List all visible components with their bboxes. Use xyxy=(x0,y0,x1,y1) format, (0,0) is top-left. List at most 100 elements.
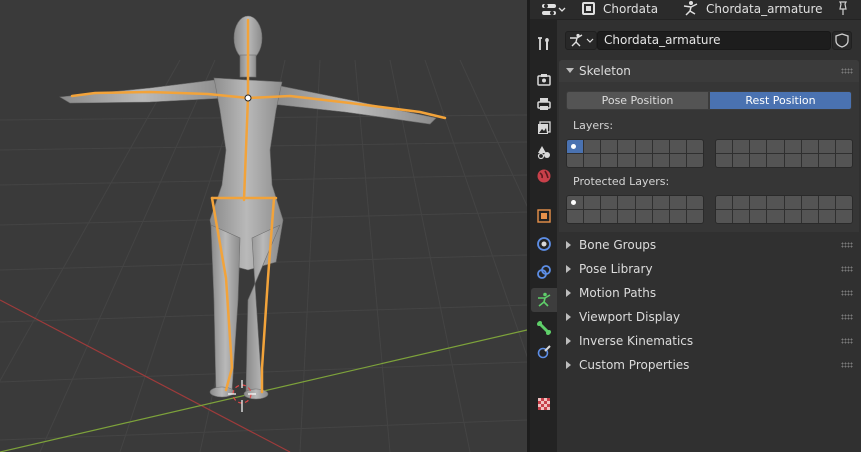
protected-layer-toggle[interactable] xyxy=(635,196,652,209)
panel-custom-properties[interactable]: Custom Properties xyxy=(559,354,859,376)
skeleton-panel-header[interactable]: Skeleton xyxy=(559,60,859,82)
layer-toggle[interactable] xyxy=(835,140,852,153)
protected-layer-toggle[interactable] xyxy=(750,210,767,223)
protected-layer-toggle[interactable] xyxy=(567,210,584,223)
layer-toggle[interactable] xyxy=(567,140,584,153)
tab-physics[interactable] xyxy=(531,232,557,256)
drag-grip-icon[interactable] xyxy=(841,314,853,320)
layer-toggle[interactable] xyxy=(635,154,652,167)
drag-grip-icon[interactable] xyxy=(841,242,853,248)
drag-grip-icon[interactable] xyxy=(841,362,853,368)
layer-toggle[interactable] xyxy=(784,154,801,167)
tab-object[interactable] xyxy=(531,204,557,228)
layer-toggle[interactable] xyxy=(635,140,652,153)
layer-toggle[interactable] xyxy=(686,154,703,167)
drag-grip-icon[interactable] xyxy=(841,290,853,296)
pose-position-button[interactable]: Pose Position xyxy=(566,91,709,110)
layer-toggle[interactable] xyxy=(601,154,618,167)
tab-view-layer[interactable] xyxy=(531,116,557,140)
tab-bone[interactable] xyxy=(531,316,557,340)
protected-layer-toggle[interactable] xyxy=(767,196,784,209)
tab-texture[interactable] xyxy=(531,392,557,416)
protected-layer-toggle[interactable] xyxy=(618,196,635,209)
layer-toggle[interactable] xyxy=(733,154,750,167)
rest-position-button[interactable]: Rest Position xyxy=(709,91,852,110)
protected-layer-toggle[interactable] xyxy=(801,210,818,223)
protected-layer-toggle[interactable] xyxy=(584,210,601,223)
protected-layer-toggle[interactable] xyxy=(686,210,703,223)
protected-layer-toggle[interactable] xyxy=(733,210,750,223)
3d-viewport[interactable] xyxy=(0,0,527,452)
layer-toggle[interactable] xyxy=(618,154,635,167)
protected-layer-toggle[interactable] xyxy=(784,196,801,209)
protected-layer-toggle[interactable] xyxy=(567,196,584,209)
layer-toggle[interactable] xyxy=(716,140,733,153)
drag-grip-icon[interactable] xyxy=(841,338,853,344)
tab-constraints[interactable] xyxy=(531,260,557,284)
tab-bone-constraints[interactable] xyxy=(531,340,557,364)
protected-layer-toggle[interactable] xyxy=(818,210,835,223)
protected-layer-toggle[interactable] xyxy=(767,210,784,223)
layer-toggle[interactable] xyxy=(733,140,750,153)
layer-toggle[interactable] xyxy=(801,154,818,167)
object-breadcrumb[interactable]: Chordata xyxy=(582,0,658,20)
panel-bone-groups[interactable]: Bone Groups xyxy=(559,234,859,256)
protected-layer-toggle[interactable] xyxy=(584,196,601,209)
layer-toggle[interactable] xyxy=(618,140,635,153)
layer-toggle[interactable] xyxy=(669,140,686,153)
layer-toggle[interactable] xyxy=(750,140,767,153)
panel-viewport-display[interactable]: Viewport Display xyxy=(559,306,859,328)
protected-layer-toggle[interactable] xyxy=(669,210,686,223)
layer-toggle[interactable] xyxy=(801,140,818,153)
layer-toggle[interactable] xyxy=(567,154,584,167)
armature-data-browse-button[interactable] xyxy=(565,31,597,50)
protected-layer-toggle[interactable] xyxy=(669,196,686,209)
protected-layer-toggle[interactable] xyxy=(801,196,818,209)
data-breadcrumb[interactable]: Chordata_armature xyxy=(682,0,823,20)
layer-toggle[interactable] xyxy=(750,154,767,167)
layer-toggle[interactable] xyxy=(584,140,601,153)
layer-toggle[interactable] xyxy=(716,154,733,167)
layer-toggle[interactable] xyxy=(818,140,835,153)
fake-user-button[interactable] xyxy=(832,31,852,50)
layer-toggle[interactable] xyxy=(818,154,835,167)
layer-toggle[interactable] xyxy=(584,154,601,167)
protected-layer-toggle[interactable] xyxy=(686,196,703,209)
layer-toggle[interactable] xyxy=(669,154,686,167)
protected-layer-toggle[interactable] xyxy=(652,196,669,209)
protected-layer-toggle[interactable] xyxy=(716,210,733,223)
layer-toggle[interactable] xyxy=(784,140,801,153)
protected-layer-toggle[interactable] xyxy=(618,210,635,223)
armature-name-field[interactable]: Chordata_armature xyxy=(597,31,831,50)
protected-layer-toggle[interactable] xyxy=(652,210,669,223)
protected-layer-toggle[interactable] xyxy=(716,196,733,209)
tab-tool[interactable] xyxy=(531,32,557,56)
protected-layer-toggle[interactable] xyxy=(784,210,801,223)
pin-button[interactable] xyxy=(836,0,850,20)
tab-scene[interactable] xyxy=(531,140,557,164)
tab-output[interactable] xyxy=(531,92,557,116)
layer-toggle[interactable] xyxy=(652,140,669,153)
protected-layer-toggle[interactable] xyxy=(835,210,852,223)
layer-toggle[interactable] xyxy=(601,140,618,153)
layer-toggle[interactable] xyxy=(767,154,784,167)
tab-armature-data[interactable] xyxy=(531,288,557,312)
protected-layer-toggle[interactable] xyxy=(835,196,852,209)
protected-layer-toggle[interactable] xyxy=(601,210,618,223)
protected-layer-toggle[interactable] xyxy=(733,196,750,209)
protected-layer-toggle[interactable] xyxy=(601,196,618,209)
tab-render[interactable] xyxy=(531,68,557,92)
panel-inverse-kinematics[interactable]: Inverse Kinematics xyxy=(559,330,859,352)
layer-toggle[interactable] xyxy=(767,140,784,153)
layer-toggle[interactable] xyxy=(686,140,703,153)
protected-layer-toggle[interactable] xyxy=(750,196,767,209)
panel-motion-paths[interactable]: Motion Paths xyxy=(559,282,859,304)
panel-pose-library[interactable]: Pose Library xyxy=(559,258,859,280)
drag-grip-icon[interactable] xyxy=(841,266,853,272)
tab-world[interactable] xyxy=(531,164,557,188)
layer-toggle[interactable] xyxy=(835,154,852,167)
layer-toggle[interactable] xyxy=(652,154,669,167)
protected-layer-toggle[interactable] xyxy=(818,196,835,209)
editor-type-button[interactable] xyxy=(540,0,566,20)
drag-grip-icon[interactable] xyxy=(841,68,853,74)
